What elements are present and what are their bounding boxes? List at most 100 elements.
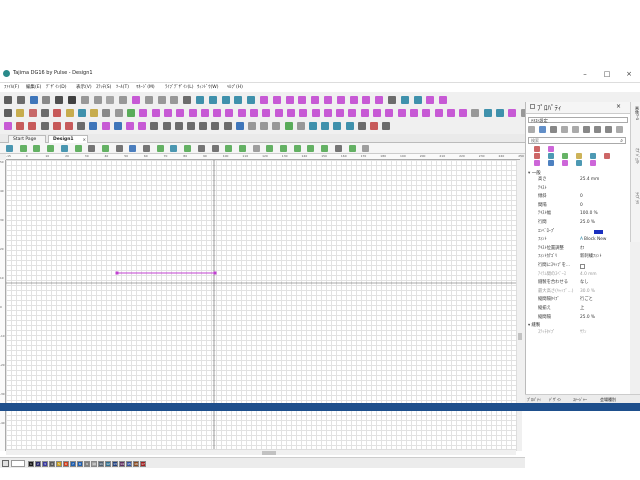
toolbar-tool-icon[interactable] (397, 109, 406, 117)
property-row[interactable]: 最大高さ(ｷｬｯﾌﾟ...) 30.0 % (528, 289, 628, 295)
toolbar-tool-icon[interactable] (16, 109, 25, 117)
toolbar-tool-icon[interactable] (388, 96, 396, 104)
property-row[interactable]: 行間にｽｷｯﾌﾟを... (528, 263, 628, 269)
canvas-tool-icon[interactable] (74, 144, 82, 152)
panel-tool-icon[interactable] (561, 126, 568, 133)
color-swatch[interactable]: 17 (140, 461, 146, 467)
menu-design[interactable]: ﾃﾞｻﾞｲﾝ(D) (46, 84, 66, 90)
color-swatch[interactable]: 9 (84, 461, 90, 467)
toolbar-tool-icon[interactable] (360, 109, 369, 117)
menu-tools[interactable]: ﾂｰﾙ(T) (116, 84, 129, 90)
toolbar-tool-icon[interactable] (40, 109, 49, 117)
toolbar-tool-icon[interactable] (16, 122, 25, 130)
property-row[interactable]: ﾃｷｽﾄ位置調整 ｵﾌ (528, 246, 628, 252)
canvas-tool-icon[interactable] (184, 144, 192, 152)
toolbar-tool-icon[interactable] (139, 109, 148, 117)
property-row[interactable]: ｱｲﾃﾑ間のｽﾍﾟｰｽ 4.0 mm (528, 272, 628, 278)
property-row[interactable]: 縦揃え 上 (528, 306, 628, 312)
toolbar-tool-icon[interactable] (174, 122, 183, 130)
property-row[interactable]: ﾃｷｽﾄ幅 100.0 % (528, 211, 628, 217)
canvas-tool-icon[interactable] (33, 144, 41, 152)
toolbar-tool-icon[interactable] (176, 109, 185, 117)
toolbar-tool-icon[interactable] (285, 96, 294, 104)
toolbar-tool-icon[interactable] (373, 109, 381, 117)
toolbar-tool-icon[interactable] (93, 96, 102, 104)
toolbar-tool-icon[interactable] (65, 109, 74, 117)
toolbar-tool-icon[interactable] (80, 96, 89, 104)
toolbar-tool-icon[interactable] (400, 96, 409, 104)
canvas-tool-icon[interactable] (115, 144, 123, 152)
object-type-icon[interactable] (534, 153, 540, 159)
color-swatch[interactable]: 6 (63, 461, 69, 467)
toolbar-tool-icon[interactable] (53, 109, 62, 117)
property-row[interactable]: 傾斜 0 (528, 194, 628, 200)
toolbar-tool-icon[interactable] (459, 109, 468, 117)
property-search-input[interactable]: 検索 ⌕ (528, 137, 626, 144)
tab-start-page[interactable]: Start Page (8, 135, 46, 143)
toolbar-tool-icon[interactable] (144, 96, 153, 104)
object-type-icon[interactable] (534, 146, 540, 152)
property-row[interactable]: ﾌｫﾝﾄ Block New A (528, 237, 628, 243)
toolbar-tool-icon[interactable] (151, 109, 160, 117)
panel-tool-icon[interactable] (605, 126, 612, 133)
canvas-tool-icon[interactable] (88, 144, 96, 152)
menu-stitch[interactable]: ｽﾃｯﾁ(S) (96, 84, 111, 90)
canvas-tool-icon[interactable] (211, 144, 219, 152)
canvas-tool-icon[interactable] (225, 144, 233, 152)
menu-help[interactable]: ﾍﾙﾌﾟ(H) (227, 84, 243, 90)
toolbar-tool-icon[interactable] (163, 109, 172, 117)
toolbar-tool-icon[interactable] (28, 122, 37, 130)
side-tab-objects[interactable]: ｵﾌﾞｼﾞｪｸﾄ (632, 148, 640, 164)
property-row[interactable]: 縦間隔ﾀｲﾌﾟ 行ごと (528, 297, 628, 303)
toolbar-tool-icon[interactable] (349, 96, 358, 104)
toolbar-tool-icon[interactable] (187, 122, 195, 130)
toolbar-tool-icon[interactable] (102, 109, 111, 117)
horizontal-scroll-thumb[interactable] (262, 451, 276, 455)
color-swatch[interactable]: 11 (98, 461, 104, 467)
toolbar-tool-icon[interactable] (413, 96, 422, 104)
property-row[interactable]: ﾃｷｽﾄ (528, 186, 628, 192)
toolbar-tool-icon[interactable] (237, 109, 246, 117)
toolbar-tool-icon[interactable] (382, 122, 391, 130)
toolbar-tool-icon[interactable] (446, 109, 455, 117)
toolbar-tool-icon[interactable] (211, 122, 220, 130)
side-tab-image-tools[interactable]: 画像ﾂｰﾙ (632, 106, 640, 120)
color-swatch[interactable]: 10 (91, 461, 97, 467)
toolbar-tool-icon[interactable] (42, 96, 51, 104)
property-row[interactable]: 縫製を合わせる なし (528, 280, 628, 286)
toolbar-tool-icon[interactable] (29, 96, 38, 104)
object-type-icon[interactable] (548, 146, 554, 152)
toolbar-tool-icon[interactable] (114, 109, 123, 117)
toolbar-tool-icon[interactable] (113, 122, 122, 130)
toolbar-tool-icon[interactable] (77, 109, 86, 117)
toolbar-tool-icon[interactable] (150, 122, 159, 130)
canvas-tool-icon[interactable] (47, 144, 55, 152)
toolbar-tool-icon[interactable] (225, 109, 234, 117)
toolbar-tool-icon[interactable] (309, 122, 317, 130)
toolbar-tool-icon[interactable] (434, 109, 443, 117)
canvas-tool-icon[interactable] (170, 144, 178, 152)
canvas-tool-icon[interactable] (129, 144, 137, 152)
panel-close-icon[interactable]: × (616, 103, 621, 110)
search-icon[interactable]: ⌕ (620, 138, 623, 144)
toolbar-tool-icon[interactable] (284, 122, 293, 130)
toolbar-tool-icon[interactable] (426, 96, 435, 104)
color-swatch[interactable]: 4 (49, 461, 55, 467)
tab-design1[interactable]: Design1 × (48, 135, 88, 143)
canvas-tool-icon[interactable] (6, 144, 13, 152)
maximize-button[interactable]: □ (596, 65, 618, 83)
toolbar-tool-icon[interactable] (422, 109, 431, 117)
toolbar-tool-icon[interactable] (89, 122, 98, 130)
property-row[interactable]: ｴﾝﾍﾞﾛｰﾌﾟ (528, 229, 628, 235)
color-swatch[interactable]: 14 (119, 461, 125, 467)
toolbar-tool-icon[interactable] (272, 122, 281, 130)
panel-tool-icon[interactable] (594, 126, 601, 133)
toolbar-tool-icon[interactable] (106, 96, 115, 104)
toolbar-tool-icon[interactable] (213, 109, 222, 117)
property-row[interactable]: 縦間隔 25.0 % (528, 315, 628, 321)
toolbar-tool-icon[interactable] (90, 109, 99, 117)
canvas-tool-icon[interactable] (252, 144, 260, 152)
canvas-tool-icon[interactable] (334, 144, 342, 152)
toolbar-tool-icon[interactable] (298, 96, 307, 104)
bottom-tab-stager[interactable]: ｽﾃｰｼﾞｬｰ (573, 397, 587, 403)
